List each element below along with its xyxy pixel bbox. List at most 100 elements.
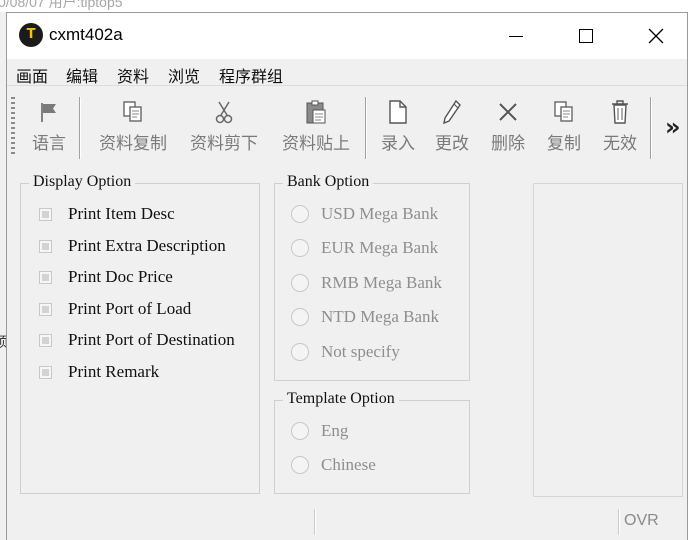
eur-mega-bank-radio[interactable]: [291, 239, 309, 257]
toolbar-separator: [365, 97, 367, 159]
checkbox-label: Print Port of Load: [68, 299, 192, 318]
radio-label: Chinese: [321, 455, 376, 474]
radio-label: Not specify: [321, 342, 400, 361]
toolbar-paste-data-button[interactable]: 资料贴上: [275, 97, 357, 157]
copy-icon: [554, 101, 573, 122]
close-icon: [648, 28, 664, 44]
checkbox-label: Print Remark: [68, 362, 160, 381]
scissors-icon: [215, 101, 233, 124]
toolbar-insert-button[interactable]: 录入: [377, 97, 419, 157]
print-extra-description-option[interactable]: Print Extra Description: [39, 236, 226, 256]
pencil-icon: [443, 99, 461, 125]
menu-edit[interactable]: 编辑: [66, 63, 98, 87]
print-remark-checkbox[interactable]: [39, 365, 52, 379]
not-specify-radio[interactable]: [291, 343, 309, 361]
status-separator: [618, 509, 620, 535]
toolbar-separator: [79, 97, 81, 159]
menu-browse[interactable]: 浏览: [168, 63, 200, 87]
minimize-button[interactable]: [493, 13, 539, 59]
template-option-group: Template Option Eng Chinese: [274, 390, 470, 494]
toolbar-separator: [650, 97, 652, 159]
checkbox-label: Print Item Desc: [68, 204, 175, 223]
print-remark-option[interactable]: Print Remark: [39, 362, 159, 382]
ntd-mega-bank-option[interactable]: NTD Mega Bank: [291, 307, 439, 327]
toolbar-language-button[interactable]: 语言: [27, 97, 71, 157]
toolbar-label: 语言: [32, 134, 66, 154]
toolbar-label: 资料贴上: [282, 134, 350, 154]
print-doc-price-option[interactable]: Print Doc Price: [39, 267, 173, 287]
radio-label: Eng: [321, 421, 349, 440]
eur-mega-bank-option[interactable]: EUR Mega Bank: [291, 238, 438, 258]
toolbar-delete-button[interactable]: 删除: [487, 97, 529, 157]
print-port-of-load-option[interactable]: Print Port of Load: [39, 299, 191, 319]
print-port-of-destination-checkbox[interactable]: [39, 333, 52, 347]
toolbar-copy-button[interactable]: 复制: [543, 97, 585, 157]
toolbar-copy-data-button[interactable]: 资料复制: [93, 97, 173, 157]
copy-data-icon: [123, 101, 142, 122]
toolbar-label: 无效: [603, 134, 637, 154]
radio-label: RMB Mega Bank: [321, 273, 442, 292]
toolbar-cut-data-button[interactable]: 资料剪下: [183, 97, 265, 157]
status-bar: OVR: [7, 509, 687, 540]
toolbar: 语言 资料复制 资料剪下 资料贴上 录入 更改 删除 复制 无效 »: [7, 93, 687, 165]
usd-mega-bank-radio[interactable]: [291, 205, 309, 223]
toolbar-label: 录入: [381, 134, 415, 154]
checkbox-label: Print Port of Destination: [68, 330, 235, 349]
menu-data[interactable]: 资料: [117, 63, 149, 87]
bank-option-legend: Bank Option: [283, 173, 374, 191]
print-doc-price-checkbox[interactable]: [39, 270, 52, 284]
print-item-desc-checkbox[interactable]: [39, 207, 52, 221]
status-separator: [314, 509, 316, 535]
app-logo-icon: T: [19, 23, 43, 47]
toolbar-invalidate-button[interactable]: 无效: [599, 97, 641, 157]
not-specify-option[interactable]: Not specify: [291, 342, 400, 362]
radio-label: NTD Mega Bank: [321, 307, 440, 326]
background-window-title: 0/08/07 用户:tiptop5: [0, 0, 688, 12]
ntd-mega-bank-radio[interactable]: [291, 308, 309, 326]
toolbar-label: 删除: [491, 134, 525, 154]
window-title: cxmt402a: [49, 25, 123, 44]
print-extra-description-checkbox[interactable]: [39, 239, 52, 253]
new-document-icon: [389, 100, 407, 124]
minimize-icon: [509, 35, 523, 37]
toolbar-label: 资料剪下: [190, 134, 258, 154]
menu-bar: 画面 编辑 资料 浏览 程序群组: [7, 59, 687, 86]
toolbar-label: 资料复制: [99, 134, 167, 154]
checkbox-label: Print Doc Price: [68, 267, 173, 286]
flag-icon: [41, 103, 56, 122]
right-blank-panel: [533, 183, 683, 497]
toolbar-modify-button[interactable]: 更改: [431, 97, 473, 157]
rmb-mega-bank-radio[interactable]: [291, 274, 309, 292]
menu-program-group[interactable]: 程序群组: [219, 63, 283, 87]
x-icon: [499, 103, 517, 121]
print-port-of-destination-option[interactable]: Print Port of Destination: [39, 330, 235, 350]
print-item-desc-option[interactable]: Print Item Desc: [39, 204, 175, 224]
menu-screen[interactable]: 画面: [16, 63, 48, 87]
toolbar-grip[interactable]: [11, 97, 15, 157]
toolbar-label: 复制: [547, 134, 581, 154]
clipboard-icon: [306, 100, 326, 124]
template-option-legend: Template Option: [283, 390, 399, 408]
maximize-button[interactable]: [563, 13, 609, 59]
overwrite-mode-indicator: OVR: [624, 512, 659, 529]
dialog-window: T cxmt402a 画面 编辑 资料 浏览 程序群组 语言 资料复制 资料剪下…: [6, 12, 688, 540]
maximize-icon: [579, 29, 593, 43]
chinese-template-option[interactable]: Chinese: [291, 455, 376, 475]
checkbox-label: Print Extra Description: [68, 236, 226, 255]
chinese-template-radio[interactable]: [291, 456, 309, 474]
eng-template-radio[interactable]: [291, 422, 309, 440]
rmb-mega-bank-option[interactable]: RMB Mega Bank: [291, 273, 442, 293]
radio-label: USD Mega Bank: [321, 204, 439, 223]
toolbar-overflow-button[interactable]: »: [665, 113, 681, 141]
display-option-group: Display Option Print Item Desc Print Ext…: [20, 173, 260, 494]
close-button[interactable]: [633, 13, 679, 59]
usd-mega-bank-option[interactable]: USD Mega Bank: [291, 204, 438, 224]
radio-label: EUR Mega Bank: [321, 238, 439, 257]
toolbar-label: 更改: [435, 134, 469, 154]
display-option-legend: Display Option: [29, 173, 136, 191]
trash-icon: [612, 100, 628, 124]
background-title-text: 0/08/07 用户:tiptop5: [0, 0, 123, 10]
title-bar[interactable]: T cxmt402a: [7, 13, 687, 59]
print-port-of-load-checkbox[interactable]: [39, 302, 52, 316]
eng-template-option[interactable]: Eng: [291, 421, 348, 441]
